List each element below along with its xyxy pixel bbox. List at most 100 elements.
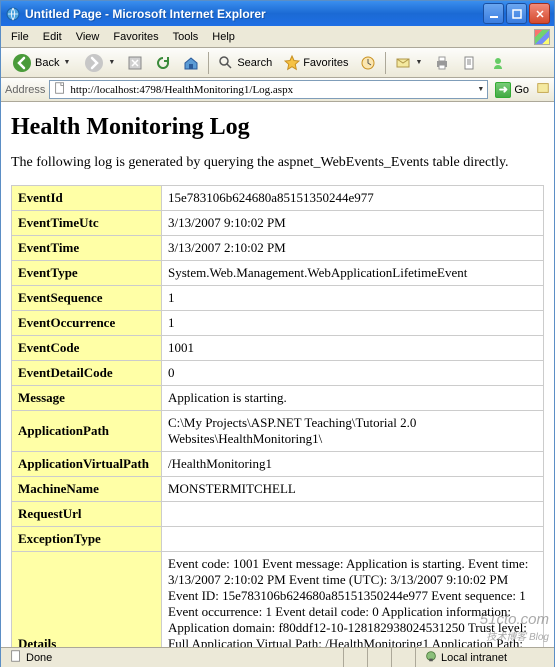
page-icon [53, 81, 67, 98]
table-row: EventTime3/13/2007 2:10:02 PM [12, 236, 544, 261]
go-label: Go [514, 84, 529, 96]
address-label: Address [5, 84, 45, 96]
favorites-button[interactable]: Favorites [279, 52, 353, 74]
page-content[interactable]: Health Monitoring Log The following log … [1, 102, 554, 647]
windows-flag-icon [534, 29, 550, 45]
mail-button[interactable]: ▼ [390, 52, 427, 74]
home-icon [183, 55, 199, 71]
table-row: ApplicationPathC:\My Projects\ASP.NET Te… [12, 411, 544, 452]
refresh-icon [155, 55, 171, 71]
go-icon: ➜ [495, 82, 511, 98]
row-value: Application is starting. [162, 386, 544, 411]
status-zone: Local intranet [420, 648, 550, 667]
forward-button[interactable]: ▼ [79, 50, 120, 76]
edit-button[interactable] [457, 52, 483, 74]
back-button[interactable]: Back ▼ [5, 50, 77, 76]
address-bar: Address ▼ ➜ Go [1, 78, 554, 102]
stop-icon [127, 55, 143, 71]
separator [208, 52, 209, 74]
table-row: EventOccurrence1 [12, 311, 544, 336]
menu-view[interactable]: View [70, 29, 106, 45]
log-table: EventId15e783106b624680a85151350244e977E… [11, 185, 544, 647]
url-input[interactable] [70, 84, 473, 96]
separator [385, 52, 386, 74]
window-controls [483, 3, 550, 24]
ie-icon [5, 6, 21, 22]
table-row: DetailsEvent code: 1001 Event message: A… [12, 552, 544, 648]
status-pane [372, 648, 392, 667]
table-row: MachineNameMONSTERMITCHELL [12, 477, 544, 502]
links-icon[interactable] [536, 81, 550, 98]
search-button[interactable]: Search [213, 52, 277, 74]
row-value: Event code: 1001 Event message: Applicat… [162, 552, 544, 648]
intranet-icon [424, 649, 438, 666]
table-row: EventId15e783106b624680a85151350244e977 [12, 186, 544, 211]
row-key: ExceptionType [12, 527, 162, 552]
zone-text: Local intranet [441, 652, 507, 664]
print-button[interactable] [429, 52, 455, 74]
titlebar: Untitled Page - Microsoft Internet Explo… [1, 1, 554, 26]
status-done: Done [5, 648, 344, 667]
table-row: EventCode1001 [12, 336, 544, 361]
refresh-button[interactable] [150, 52, 176, 74]
row-value: /HealthMonitoring1 [162, 452, 544, 477]
search-label: Search [237, 57, 272, 69]
chevron-down-icon[interactable]: ▼ [477, 86, 484, 93]
home-button[interactable] [178, 52, 204, 74]
toolbar: Back ▼ ▼ Search Favorites ▼ [1, 48, 554, 78]
menu-help[interactable]: Help [206, 29, 241, 45]
row-value: 15e783106b624680a85151350244e977 [162, 186, 544, 211]
favorites-label: Favorites [303, 57, 348, 69]
row-key: EventCode [12, 336, 162, 361]
close-button[interactable] [529, 3, 550, 24]
table-row: EventSequence1 [12, 286, 544, 311]
row-key: EventDetailCode [12, 361, 162, 386]
edit-icon [462, 55, 478, 71]
menu-tools[interactable]: Tools [167, 29, 205, 45]
row-value: 0 [162, 361, 544, 386]
history-button[interactable] [355, 52, 381, 74]
back-label: Back [35, 57, 59, 69]
menu-favorites[interactable]: Favorites [107, 29, 164, 45]
minimize-button[interactable] [483, 3, 504, 24]
go-button[interactable]: ➜ Go [492, 81, 532, 99]
row-key: EventTime [12, 236, 162, 261]
row-key: EventType [12, 261, 162, 286]
stop-button[interactable] [122, 52, 148, 74]
window-title: Untitled Page - Microsoft Internet Explo… [25, 7, 483, 21]
row-key: RequestUrl [12, 502, 162, 527]
star-icon [284, 55, 300, 71]
maximize-button[interactable] [506, 3, 527, 24]
chevron-down-icon: ▼ [415, 59, 422, 66]
row-value [162, 502, 544, 527]
done-icon [9, 649, 23, 666]
search-icon [218, 55, 234, 71]
address-field[interactable]: ▼ [49, 80, 488, 99]
row-key: EventSequence [12, 286, 162, 311]
menu-file[interactable]: File [5, 29, 35, 45]
row-key: Details [12, 552, 162, 648]
row-key: ApplicationPath [12, 411, 162, 452]
menu-edit[interactable]: Edit [37, 29, 68, 45]
row-key: EventTimeUtc [12, 211, 162, 236]
page-heading: Health Monitoring Log [11, 114, 544, 141]
status-bar: Done Local intranet [1, 647, 554, 667]
row-value: System.Web.Management.WebApplicationLife… [162, 261, 544, 286]
row-value: C:\My Projects\ASP.NET Teaching\Tutorial… [162, 411, 544, 452]
history-icon [360, 55, 376, 71]
row-value: 1 [162, 311, 544, 336]
messenger-button[interactable] [485, 52, 511, 74]
row-key: EventOccurrence [12, 311, 162, 336]
row-value: 3/13/2007 2:10:02 PM [162, 236, 544, 261]
chevron-down-icon: ▼ [108, 59, 115, 66]
forward-icon [84, 53, 104, 73]
print-icon [434, 55, 450, 71]
menubar: File Edit View Favorites Tools Help [1, 26, 554, 48]
status-pane [348, 648, 368, 667]
status-text: Done [26, 652, 52, 664]
row-key: EventId [12, 186, 162, 211]
table-row: MessageApplication is starting. [12, 386, 544, 411]
row-key: MachineName [12, 477, 162, 502]
chevron-down-icon: ▼ [63, 59, 70, 66]
back-icon [12, 53, 32, 73]
